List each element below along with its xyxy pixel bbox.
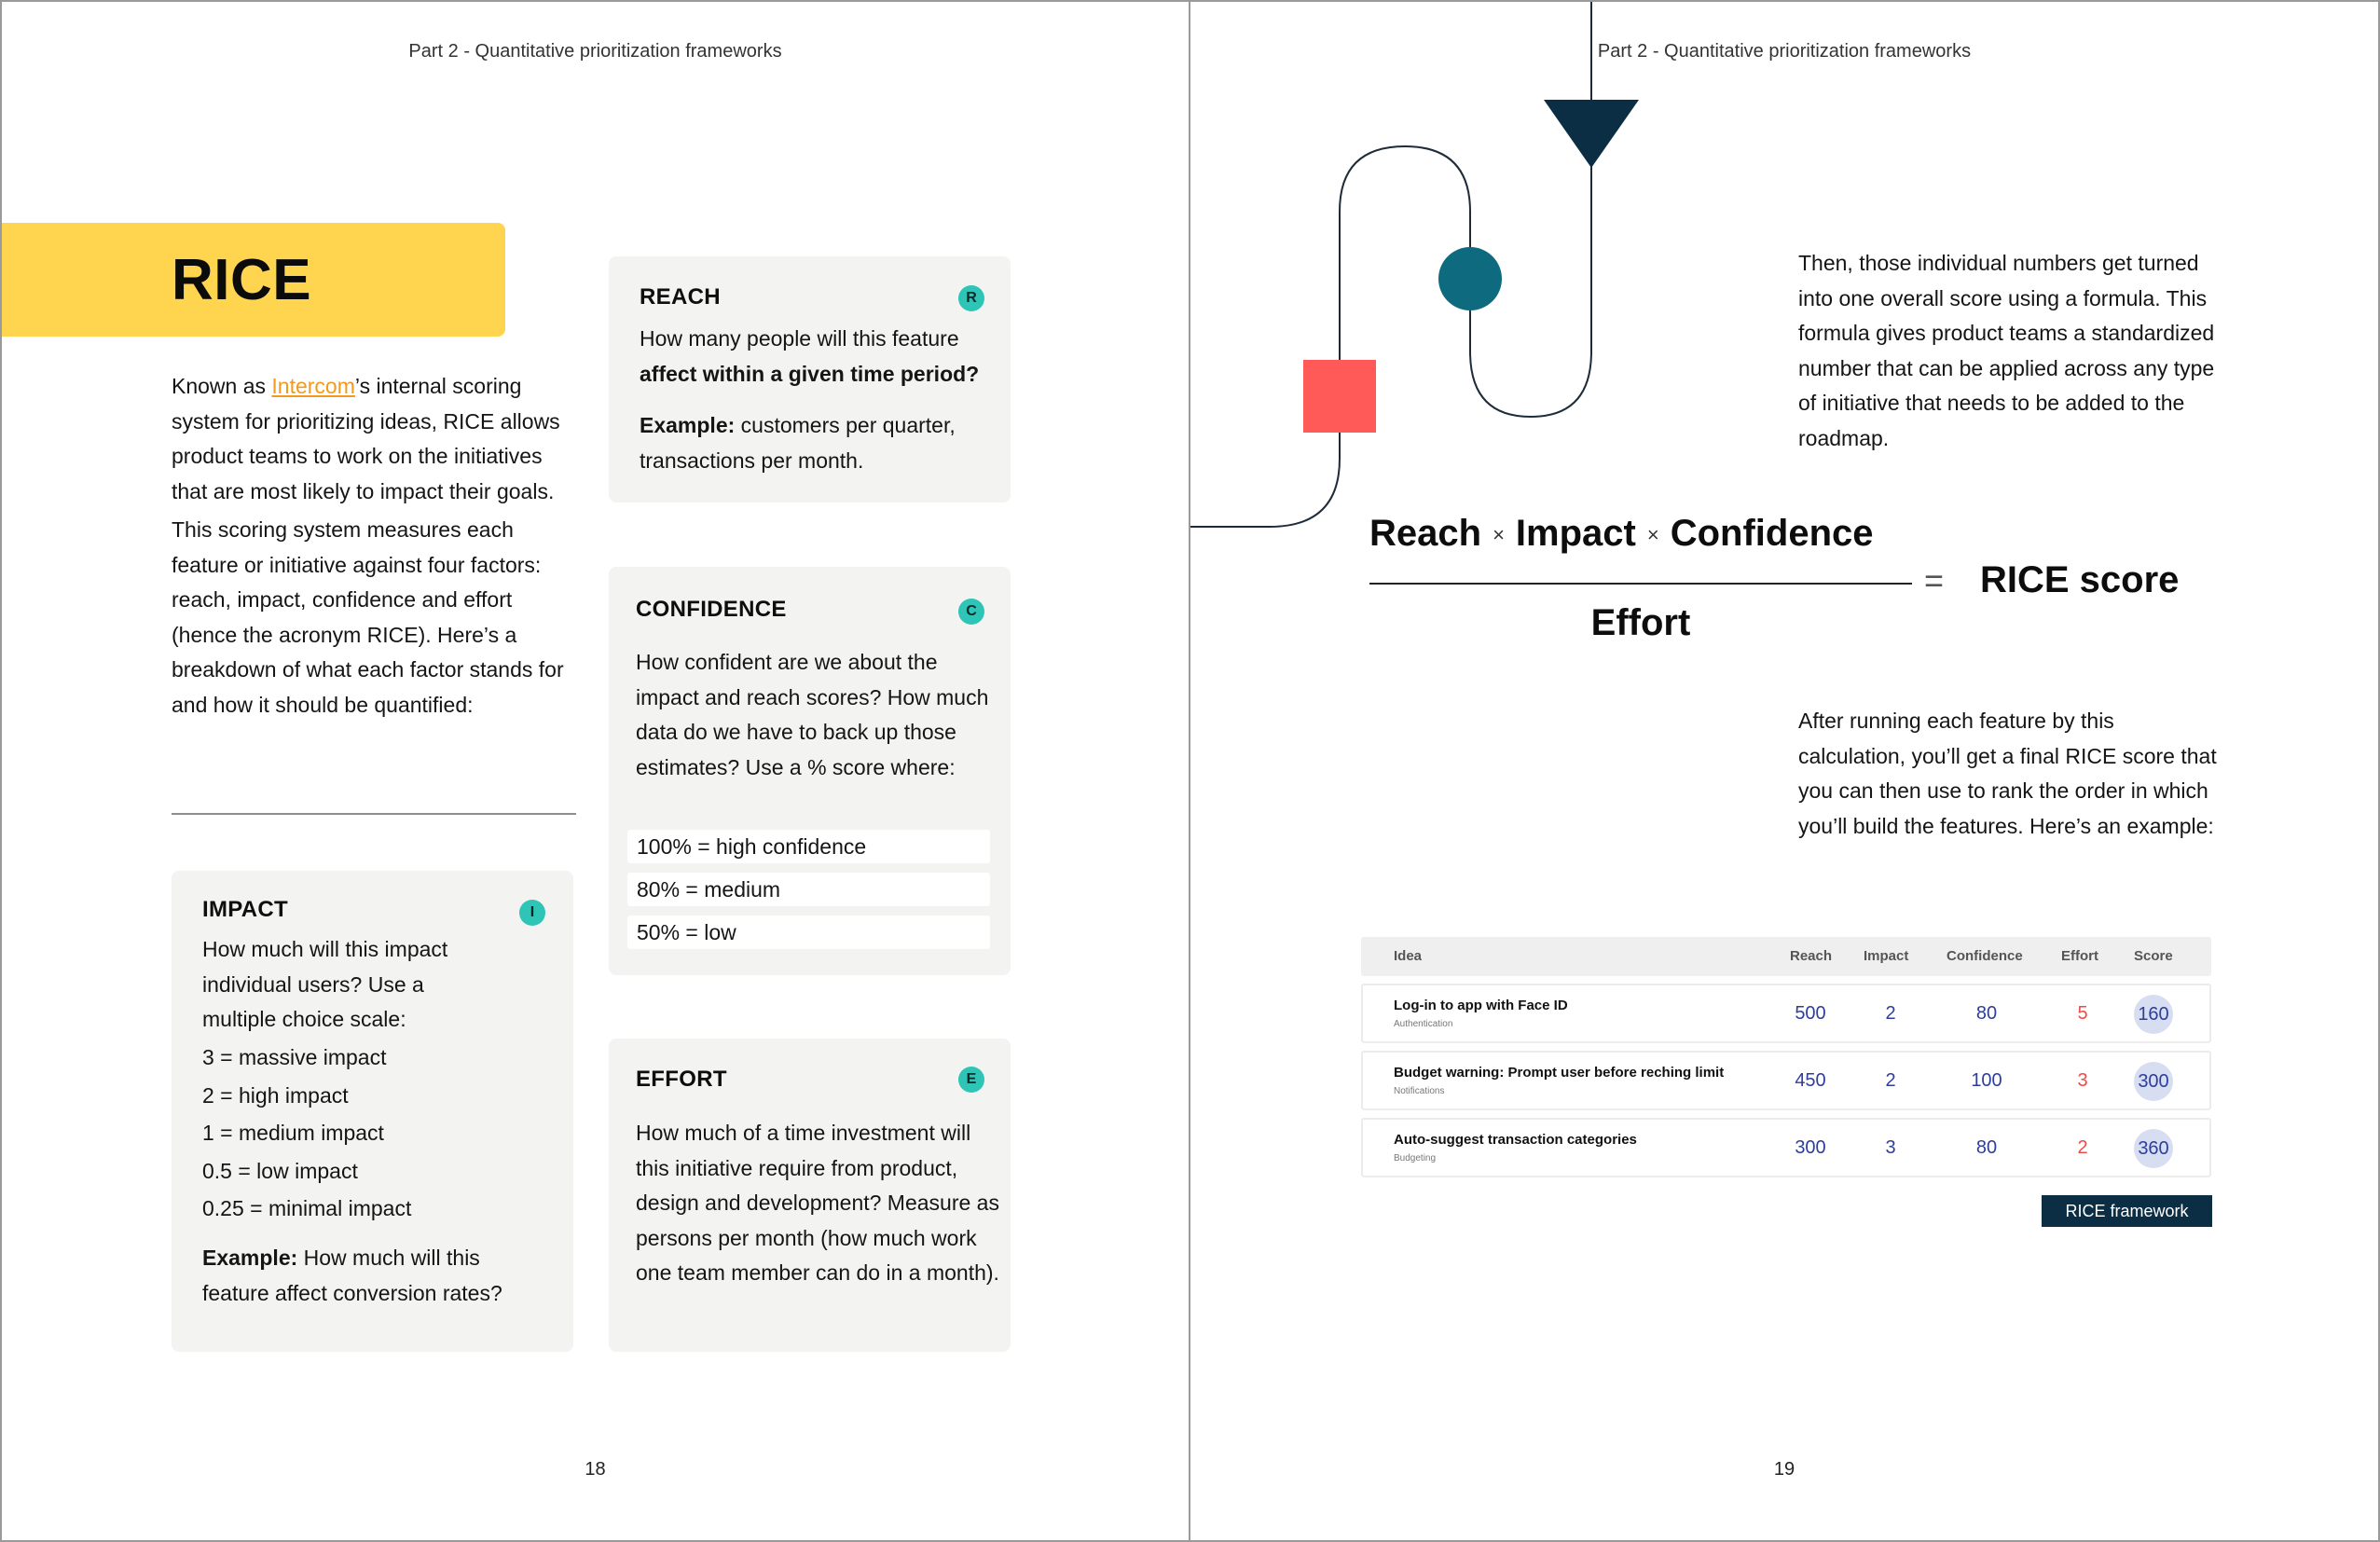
caption-tag: RICE framework xyxy=(2042,1195,2212,1227)
example-intro-text: After running each feature by this calcu… xyxy=(1798,709,2217,838)
reach-example: Example: customers per quarter, transact… xyxy=(640,408,994,478)
book-spread: Part 2 - Quantitative prioritization fra… xyxy=(0,0,2380,1542)
header-reach: Reach xyxy=(1790,948,1833,964)
circle-shape xyxy=(1438,247,1502,310)
effort-value: 3 xyxy=(2077,1070,2088,1091)
confidence-card: CONFIDENCE C How confident are we about … xyxy=(609,567,1011,975)
reach-value: 500 xyxy=(1795,1003,1826,1024)
path-diagram xyxy=(1190,2,1639,528)
times-icon: × xyxy=(1493,523,1505,546)
impact-value: 2 xyxy=(1885,1003,1896,1024)
rice-example-table: Idea Reach Impact Confidence Effort Scor… xyxy=(1361,937,2211,1177)
header-idea: Idea xyxy=(1394,948,1423,964)
impact-body: How much will this impact individual use… xyxy=(202,937,448,1031)
rice-formula: Reach × Impact × Confidence Effort = RICE sc… xyxy=(1369,513,2208,662)
effort-body: How much of a time investment will this … xyxy=(636,1121,999,1285)
impact-example: Example: How much will this feature affe… xyxy=(202,1241,538,1311)
impact-value: 3 xyxy=(1885,1137,1896,1158)
formula-reach: Reach xyxy=(1369,513,1482,554)
formula-impact: Impact xyxy=(1515,513,1636,554)
idea-title: Auto-suggest transaction categories xyxy=(1394,1132,1637,1148)
impact-card: IMPACT I How much will this impact indiv… xyxy=(172,871,573,1352)
confidence-heading: CONFIDENCE xyxy=(636,597,787,622)
confidence-value: 80 xyxy=(1975,1137,1998,1158)
left-page: Part 2 - Quantitative prioritization fra… xyxy=(0,0,1190,1542)
idea-category: Budgeting xyxy=(1394,1153,1437,1163)
impact-scale-item: 0.5 = low impact xyxy=(202,1158,358,1183)
formula-confidence: Confidence xyxy=(1670,513,1874,554)
impact-scale-item: 0.25 = minimal impact xyxy=(202,1196,412,1220)
idea-category: Authentication xyxy=(1394,1019,1453,1029)
score-value: 300 xyxy=(2134,1062,2173,1101)
intro-paragraph-2: This scoring system measures each featur… xyxy=(172,517,564,717)
score-value: 360 xyxy=(2134,1129,2173,1168)
table-row: Auto-suggest transaction categories Budg… xyxy=(1361,1118,2211,1177)
formula-denominator: Effort xyxy=(1590,602,1691,643)
square-shape xyxy=(1303,360,1376,433)
reach-question: How many people will this feature xyxy=(640,326,959,351)
impact-scale-item: 1 = medium impact xyxy=(202,1121,384,1145)
impact-scale-item: 3 = massive impact xyxy=(202,1045,387,1069)
idea-category: Notifications xyxy=(1394,1086,1445,1096)
confidence-score-high: 100% = high confidence xyxy=(627,830,990,863)
effort-card: EFFORT E How much of a time investment w… xyxy=(609,1039,1011,1352)
formula-numerator: Reach × Impact × Confidence xyxy=(1369,513,1874,555)
reach-question-bold: affect within a given time period? xyxy=(640,361,980,386)
table-header: Idea Reach Impact Confidence Effort Scor… xyxy=(1361,937,2211,976)
title-band: RICE xyxy=(2,223,505,337)
confidence-score-medium: 80% = medium xyxy=(627,873,990,906)
confidence-badge-icon: C xyxy=(958,599,984,625)
impact-scale: 3 = massive impact 2 = high impact 1 = m… xyxy=(202,1040,538,1230)
header-impact: Impact xyxy=(1864,948,1909,964)
times-icon: × xyxy=(1646,523,1659,546)
page-number: 18 xyxy=(585,1459,606,1480)
table-row: Log-in to app with Face ID Authenticatio… xyxy=(1361,984,2211,1043)
header-confidence: Confidence xyxy=(1947,948,2023,964)
impact-heading: IMPACT xyxy=(202,897,289,922)
intro-text: Known as Intercom’s internal scoring sys… xyxy=(172,369,582,723)
reach-value: 450 xyxy=(1795,1070,1826,1091)
page-number: 19 xyxy=(1773,1459,1795,1480)
confidence-value: 100 xyxy=(1971,1070,2002,1091)
idea-title: Log-in to app with Face ID xyxy=(1394,998,1568,1013)
score-value: 160 xyxy=(2134,995,2173,1034)
divider xyxy=(172,813,576,815)
header-effort: Effort xyxy=(2061,948,2098,964)
effort-heading: EFFORT xyxy=(636,1067,727,1092)
idea-title: Budget warning: Prompt user before rechi… xyxy=(1394,1065,1725,1081)
reach-body: How many people will this feature affect… xyxy=(640,322,994,478)
effort-badge-icon: E xyxy=(958,1067,984,1093)
fraction-line xyxy=(1369,583,1912,585)
reach-card: REACH R How many people will this featur… xyxy=(609,256,1011,503)
impact-scale-item: 2 = high impact xyxy=(202,1082,349,1108)
confidence-score-low: 50% = low xyxy=(627,916,990,949)
path-line xyxy=(1190,2,1592,528)
impact-value: 2 xyxy=(1885,1070,1896,1091)
impact-badge-icon: I xyxy=(519,900,545,926)
right-page: Part 2 - Quantitative prioritization fra… xyxy=(1189,0,2380,1542)
impact-example-label: Example: xyxy=(202,1246,298,1270)
intercom-link[interactable]: Intercom xyxy=(271,374,354,398)
reach-heading: REACH xyxy=(640,284,721,310)
confidence-body: How confident are we about the impact an… xyxy=(636,650,989,779)
page-title: RICE xyxy=(172,248,312,312)
reach-badge-icon: R xyxy=(958,285,984,311)
intro-paragraph-1: Known as Intercom’s internal scoring sys… xyxy=(172,369,582,509)
reach-example-label: Example: xyxy=(640,413,736,437)
running-head: Part 2 - Quantitative prioritization fra… xyxy=(408,41,782,62)
equals-icon: = xyxy=(1924,561,1945,599)
header-score: Score xyxy=(2134,948,2173,964)
triangle-shape xyxy=(1544,100,1639,168)
table-row: Budget warning: Prompt user before rechi… xyxy=(1361,1051,2211,1110)
formula-result: RICE score xyxy=(1980,559,2180,600)
effort-value: 5 xyxy=(2077,1003,2088,1024)
reach-value: 300 xyxy=(1795,1137,1826,1158)
formula-intro-text: Then, those individual numbers get turne… xyxy=(1798,251,2215,450)
effort-value: 2 xyxy=(2077,1137,2088,1158)
confidence-value: 80 xyxy=(1975,1003,1998,1024)
intro-prefix: Known as xyxy=(172,374,272,398)
